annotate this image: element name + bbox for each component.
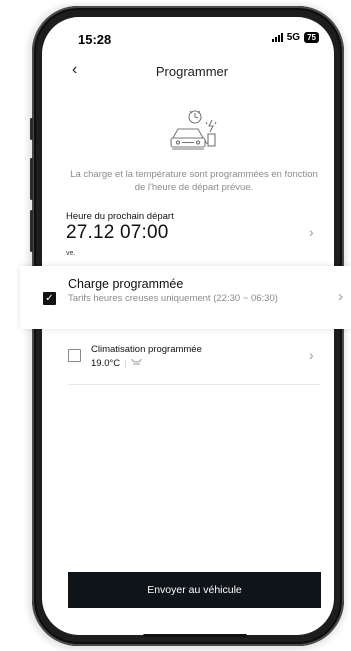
- seat-heating-icon: [131, 357, 142, 369]
- checkmark-icon: ✓: [45, 293, 54, 304]
- chevron-right-icon: ›: [309, 347, 314, 363]
- climate-details: 19.0°C |: [91, 357, 142, 369]
- status-indicators: 5G 75: [271, 32, 319, 43]
- status-time: 15:28: [78, 32, 112, 47]
- climate-temperature: 19.0°C: [91, 357, 121, 369]
- phone-volume-down: [30, 210, 33, 252]
- send-to-vehicle-button[interactable]: Envoyer au véhicule: [68, 572, 321, 608]
- signal-bars-icon: [271, 33, 283, 42]
- schedule-description: La charge et la température sont program…: [70, 169, 318, 193]
- charge-subtitle: Tarifs heures creuses uniquement (22:30 …: [68, 293, 278, 304]
- phone-mute-switch: [30, 118, 33, 140]
- separator: |: [124, 357, 127, 369]
- departure-weekday: ve.: [66, 250, 76, 257]
- phone-volume-up: [30, 158, 33, 200]
- chevron-right-icon: ›: [309, 224, 314, 240]
- climate-title: Climatisation programmée: [91, 344, 202, 355]
- network-type: 5G: [286, 32, 301, 43]
- climate-checkbox[interactable]: [68, 349, 81, 362]
- chevron-right-icon: ›: [338, 288, 343, 305]
- car-charging-alarm-icon: [168, 108, 220, 157]
- battery-level: 75: [304, 32, 319, 43]
- departure-datetime: 27.12 07:00: [66, 222, 169, 243]
- divider: [68, 384, 320, 385]
- charge-title: Charge programmée: [68, 277, 184, 291]
- scheduled-charge-card[interactable]: ✓ Charge programmée Tarifs heures creuse…: [20, 266, 351, 329]
- page-title: Programmer: [155, 64, 229, 79]
- charge-checkbox[interactable]: ✓: [43, 292, 56, 305]
- departure-label: Heure du prochain départ: [66, 211, 174, 222]
- home-indicator[interactable]: [143, 634, 247, 637]
